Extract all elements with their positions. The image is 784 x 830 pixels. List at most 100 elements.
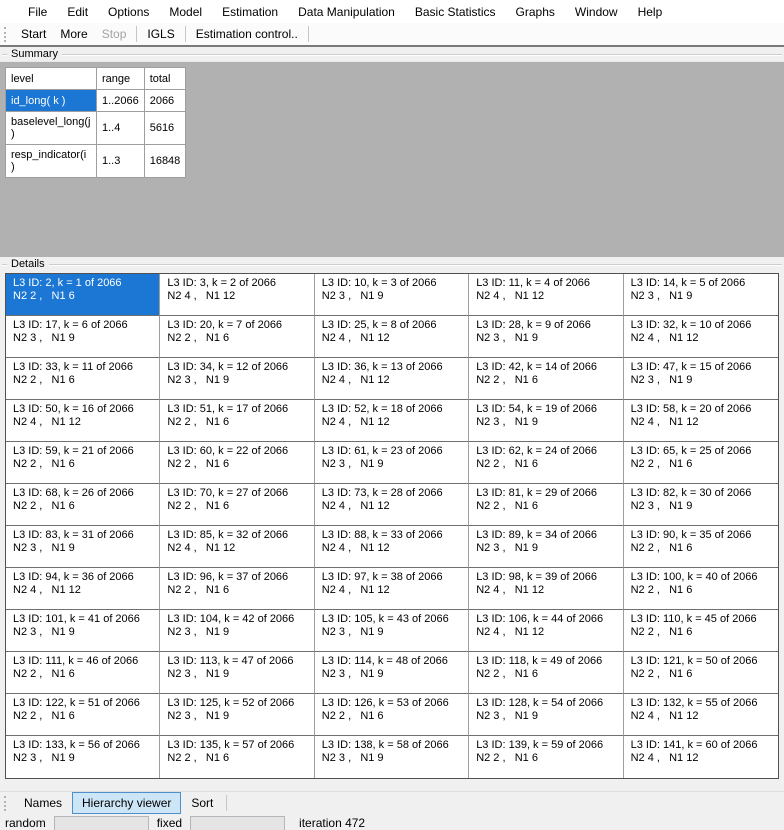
hierarchy-unit-cell[interactable]: L3 ID: 58, k = 20 of 2066 N2 4 , N1 12 [624,400,778,442]
hierarchy-unit-cell[interactable]: L3 ID: 36, k = 13 of 2066 N2 4 , N1 12 [315,358,469,400]
summary-level-row[interactable]: id_long( k ) 1..2066 2066 [6,90,186,112]
summary-level-row[interactable]: baselevel_long(j ) 1..4 5616 [6,112,186,145]
hierarchy-unit-cell[interactable]: L3 ID: 85, k = 32 of 2066 N2 4 , N1 12 [160,526,314,568]
hierarchy-unit-cell[interactable]: L3 ID: 135, k = 57 of 2066 N2 2 , N1 6 [160,736,314,778]
summary-level-name[interactable]: id_long( k ) [6,90,97,112]
hierarchy-unit-cell[interactable]: L3 ID: 114, k = 48 of 2066 N2 3 , N1 9 [315,652,469,694]
unit-id-line: L3 ID: 59, k = 21 of 2066 [13,445,157,458]
menu-item-help[interactable]: Help [628,2,673,22]
menu-item-model[interactable]: Model [159,2,212,22]
unit-id-line: L3 ID: 114, k = 48 of 2066 [322,655,466,668]
hierarchy-unit-cell[interactable]: L3 ID: 70, k = 27 of 2066 N2 2 , N1 6 [160,484,314,526]
hierarchy-unit-cell[interactable]: L3 ID: 105, k = 43 of 2066 N2 3 , N1 9 [315,610,469,652]
tab-names[interactable]: Names [14,792,72,814]
menu-item-graphs[interactable]: Graphs [506,2,565,22]
hierarchy-unit-cell[interactable]: L3 ID: 83, k = 31 of 2066 N2 3 , N1 9 [6,526,160,568]
hierarchy-unit-cell[interactable]: L3 ID: 121, k = 50 of 2066 N2 2 , N1 6 [624,652,778,694]
unit-counts-line: N2 2 , N1 6 [476,374,620,387]
hierarchy-unit-cell[interactable]: L3 ID: 82, k = 30 of 2066 N2 3 , N1 9 [624,484,778,526]
hierarchy-unit-cell[interactable]: L3 ID: 118, k = 49 of 2066 N2 2 , N1 6 [469,652,623,694]
hierarchy-unit-cell[interactable]: L3 ID: 11, k = 4 of 2066 N2 4 , N1 12 [469,274,623,316]
hierarchy-unit-cell[interactable]: L3 ID: 133, k = 56 of 2066 N2 3 , N1 9 [6,736,160,778]
hierarchy-unit-cell[interactable]: L3 ID: 32, k = 10 of 2066 N2 4 , N1 12 [624,316,778,358]
unit-id-line: L3 ID: 125, k = 52 of 2066 [167,697,311,710]
hierarchy-unit-cell[interactable]: L3 ID: 54, k = 19 of 2066 N2 3 , N1 9 [469,400,623,442]
hierarchy-unit-cell[interactable]: L3 ID: 62, k = 24 of 2066 N2 2 , N1 6 [469,442,623,484]
menu-item-file[interactable]: File [18,2,57,22]
hierarchy-unit-cell[interactable]: L3 ID: 101, k = 41 of 2066 N2 3 , N1 9 [6,610,160,652]
hierarchy-unit-cell[interactable]: L3 ID: 138, k = 58 of 2066 N2 3 , N1 9 [315,736,469,778]
tab-sort[interactable]: Sort [181,792,223,814]
hierarchy-unit-cell[interactable]: L3 ID: 73, k = 28 of 2066 N2 4 , N1 12 [315,484,469,526]
unit-id-line: L3 ID: 42, k = 14 of 2066 [476,361,620,374]
hierarchy-unit-cell[interactable]: L3 ID: 125, k = 52 of 2066 N2 3 , N1 9 [160,694,314,736]
menu-item-basic-statistics[interactable]: Basic Statistics [405,2,506,22]
hierarchy-unit-cell[interactable]: L3 ID: 34, k = 12 of 2066 N2 3 , N1 9 [160,358,314,400]
hierarchy-unit-cell[interactable]: L3 ID: 111, k = 46 of 2066 N2 2 , N1 6 [6,652,160,694]
hierarchy-unit-cell[interactable]: L3 ID: 104, k = 42 of 2066 N2 3 , N1 9 [160,610,314,652]
menu-item-estimation[interactable]: Estimation [212,2,288,22]
summary-level-name[interactable]: baselevel_long(j ) [6,112,97,145]
hierarchy-unit-cell[interactable]: L3 ID: 89, k = 34 of 2066 N2 3 , N1 9 [469,526,623,568]
unit-counts-line: N2 3 , N1 9 [631,374,776,387]
unit-counts-line: N2 2 , N1 6 [13,668,157,681]
hierarchy-unit-cell[interactable]: L3 ID: 122, k = 51 of 2066 N2 2 , N1 6 [6,694,160,736]
hierarchy-unit-cell[interactable]: L3 ID: 61, k = 23 of 2066 N2 3 , N1 9 [315,442,469,484]
toolbar-button-more[interactable]: More [53,25,94,43]
hierarchy-unit-cell[interactable]: L3 ID: 97, k = 38 of 2066 N2 4 , N1 12 [315,568,469,610]
toolbar-button-igls[interactable]: IGLS [140,25,181,43]
hierarchy-unit-cell[interactable]: L3 ID: 65, k = 25 of 2066 N2 2 , N1 6 [624,442,778,484]
hierarchy-unit-cell[interactable]: L3 ID: 50, k = 16 of 2066 N2 4 , N1 12 [6,400,160,442]
hierarchy-unit-cell[interactable]: L3 ID: 100, k = 40 of 2066 N2 2 , N1 6 [624,568,778,610]
hierarchy-unit-cell[interactable]: L3 ID: 52, k = 18 of 2066 N2 4 , N1 12 [315,400,469,442]
hierarchy-unit-cell[interactable]: L3 ID: 90, k = 35 of 2066 N2 2 , N1 6 [624,526,778,568]
summary-level-row[interactable]: resp_indicator(i ) 1..3 16848 [6,145,186,178]
hierarchy-unit-cell[interactable]: L3 ID: 81, k = 29 of 2066 N2 2 , N1 6 [469,484,623,526]
hierarchy-unit-cell[interactable]: L3 ID: 88, k = 33 of 2066 N2 4 , N1 12 [315,526,469,568]
hierarchy-unit-cell[interactable]: L3 ID: 94, k = 36 of 2066 N2 4 , N1 12 [6,568,160,610]
tab-hierarchy-viewer[interactable]: Hierarchy viewer [72,792,181,814]
hierarchy-unit-cell[interactable]: L3 ID: 3, k = 2 of 2066 N2 4 , N1 12 [160,274,314,316]
unit-counts-line: N2 4 , N1 12 [631,710,776,723]
hierarchy-unit-cell[interactable]: L3 ID: 132, k = 55 of 2066 N2 4 , N1 12 [624,694,778,736]
hierarchy-unit-cell[interactable]: L3 ID: 60, k = 22 of 2066 N2 2 , N1 6 [160,442,314,484]
hierarchy-unit-cell[interactable]: L3 ID: 51, k = 17 of 2066 N2 2 , N1 6 [160,400,314,442]
hierarchy-unit-cell[interactable]: L3 ID: 113, k = 47 of 2066 N2 3 , N1 9 [160,652,314,694]
hierarchy-unit-cell[interactable]: L3 ID: 141, k = 60 of 2066 N2 4 , N1 12 [624,736,778,778]
menu-item-edit[interactable]: Edit [57,2,98,22]
hierarchy-unit-cell[interactable]: L3 ID: 106, k = 44 of 2066 N2 4 , N1 12 [469,610,623,652]
hierarchy-unit-cell[interactable]: L3 ID: 14, k = 5 of 2066 N2 3 , N1 9 [624,274,778,316]
toolbar-button-estimation-control[interactable]: Estimation control.. [189,25,305,43]
unit-counts-line: N2 3 , N1 9 [167,668,311,681]
hierarchy-unit-cell[interactable]: L3 ID: 59, k = 21 of 2066 N2 2 , N1 6 [6,442,160,484]
hierarchy-unit-cell[interactable]: L3 ID: 126, k = 53 of 2066 N2 2 , N1 6 [315,694,469,736]
unit-id-line: L3 ID: 88, k = 33 of 2066 [322,529,466,542]
hierarchy-unit-cell[interactable]: L3 ID: 25, k = 8 of 2066 N2 4 , N1 12 [315,316,469,358]
hierarchy-unit-cell[interactable]: L3 ID: 20, k = 7 of 2066 N2 2 , N1 6 [160,316,314,358]
hierarchy-unit-cell[interactable]: L3 ID: 28, k = 9 of 2066 N2 3 , N1 9 [469,316,623,358]
hierarchy-unit-cell[interactable]: L3 ID: 2, k = 1 of 2066 N2 2 , N1 6 [6,274,160,316]
hierarchy-unit-cell[interactable]: L3 ID: 17, k = 6 of 2066 N2 3 , N1 9 [6,316,160,358]
hierarchy-unit-cell[interactable]: L3 ID: 68, k = 26 of 2066 N2 2 , N1 6 [6,484,160,526]
hierarchy-unit-cell[interactable]: L3 ID: 42, k = 14 of 2066 N2 2 , N1 6 [469,358,623,400]
hierarchy-unit-cell[interactable]: L3 ID: 128, k = 54 of 2066 N2 3 , N1 9 [469,694,623,736]
menu-item-window[interactable]: Window [565,2,628,22]
unit-id-line: L3 ID: 98, k = 39 of 2066 [476,571,620,584]
hierarchy-unit-cell[interactable]: L3 ID: 47, k = 15 of 2066 N2 3 , N1 9 [624,358,778,400]
hierarchy-unit-cell[interactable]: L3 ID: 33, k = 11 of 2066 N2 2 , N1 6 [6,358,160,400]
tabbar-grip-icon[interactable] [4,796,8,811]
hierarchy-unit-cell[interactable]: L3 ID: 110, k = 45 of 2066 N2 2 , N1 6 [624,610,778,652]
unit-counts-line: N2 2 , N1 6 [631,668,776,681]
unit-id-line: L3 ID: 83, k = 31 of 2066 [13,529,157,542]
hierarchy-unit-cell[interactable]: L3 ID: 96, k = 37 of 2066 N2 2 , N1 6 [160,568,314,610]
unit-counts-line: N2 4 , N1 12 [322,332,466,345]
summary-level-name[interactable]: resp_indicator(i ) [6,145,97,178]
toolbar-button-start[interactable]: Start [14,25,53,43]
hierarchy-unit-cell[interactable]: L3 ID: 10, k = 3 of 2066 N2 3 , N1 9 [315,274,469,316]
menu-item-options[interactable]: Options [98,2,159,22]
unit-id-line: L3 ID: 28, k = 9 of 2066 [476,319,620,332]
toolbar-grip-icon[interactable] [4,27,8,42]
menu-item-data-manipulation[interactable]: Data Manipulation [288,2,405,22]
hierarchy-unit-cell[interactable]: L3 ID: 139, k = 59 of 2066 N2 2 , N1 6 [469,736,623,778]
hierarchy-unit-cell[interactable]: L3 ID: 98, k = 39 of 2066 N2 4 , N1 12 [469,568,623,610]
